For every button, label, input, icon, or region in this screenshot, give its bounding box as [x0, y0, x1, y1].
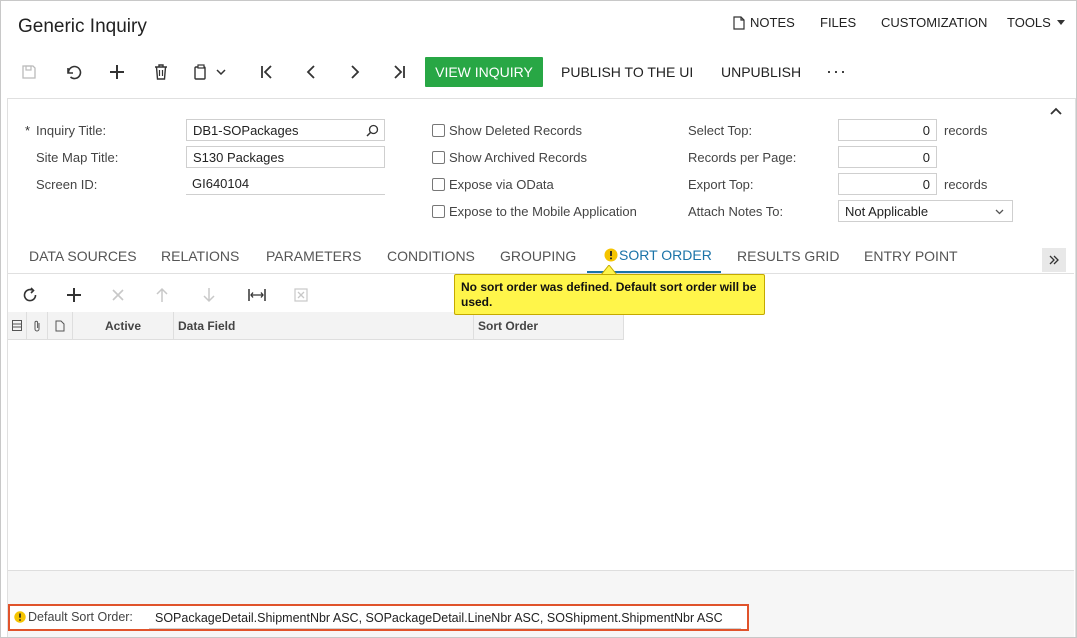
chevron-down-icon [216, 69, 226, 75]
warning-icon [604, 248, 618, 262]
records-per-page-label: Records per Page: [688, 150, 797, 165]
records-per-page-field[interactable]: 0 [838, 146, 937, 168]
generic-inquiry-window: Generic Inquiry NOTES FILES CUSTOMIZATIO… [0, 0, 1077, 638]
tab-entry-point[interactable]: ENTRY POINT [864, 248, 958, 264]
screen-id-value: GI640104 [186, 173, 385, 195]
warning-icon [14, 611, 26, 623]
move-up-icon[interactable] [152, 285, 172, 305]
attachments-header[interactable] [27, 312, 48, 340]
customization-link[interactable]: CUSTOMIZATION [881, 15, 987, 30]
select-top-label: Select Top: [688, 123, 753, 138]
expose-mobile-label: Expose to the Mobile Application [449, 204, 637, 219]
select-top-field[interactable]: 0 [838, 119, 937, 141]
expose-odata-checkbox[interactable]: Expose via OData [432, 177, 554, 192]
checkbox-box [432, 124, 445, 137]
attach-notes-value: Not Applicable [845, 204, 929, 219]
default-sort-order-box: Default Sort Order: SOPackageDetail.Ship… [8, 604, 749, 631]
tools-menu[interactable]: TOOLS [1007, 15, 1065, 30]
inquiry-title-label: Inquiry Title: [36, 123, 107, 138]
show-deleted-label: Show Deleted Records [449, 123, 582, 138]
export-top-label: Export Top: [688, 177, 754, 192]
publish-button[interactable]: PUBLISH TO THE UI [561, 64, 693, 80]
attach-notes-label: Attach Notes To: [688, 204, 784, 219]
caret-down-icon [1056, 20, 1065, 25]
add-icon[interactable] [106, 61, 128, 83]
tab-results-grid[interactable]: RESULTS GRID [737, 248, 839, 264]
undo-icon[interactable] [62, 61, 84, 83]
clipboard-icon [194, 64, 208, 80]
refresh-icon[interactable] [20, 285, 40, 305]
column-header-data-field[interactable]: Data Field [174, 312, 474, 340]
first-record-icon[interactable] [256, 61, 278, 83]
clipboard-menu[interactable] [194, 61, 238, 83]
last-record-icon[interactable] [388, 61, 410, 83]
sort-order-tooltip: No sort order was defined. Default sort … [454, 274, 765, 315]
show-archived-checkbox[interactable]: Show Archived Records [432, 150, 587, 165]
rows-icon [12, 320, 22, 331]
default-sort-order-label: Default Sort Order: [28, 610, 133, 624]
notes-label: NOTES [750, 15, 795, 30]
row-selector-header[interactable] [8, 312, 27, 340]
previous-record-icon[interactable] [300, 61, 322, 83]
tab-relations[interactable]: RELATIONS [161, 248, 239, 264]
unpublish-button[interactable]: UNPUBLISH [721, 64, 801, 80]
add-row-icon[interactable] [64, 285, 84, 305]
next-record-icon[interactable] [344, 61, 366, 83]
expose-mobile-checkbox[interactable]: Expose to the Mobile Application [432, 204, 637, 219]
fit-columns-icon[interactable] [247, 285, 267, 305]
select-top-unit: records [944, 123, 988, 138]
search-icon[interactable] [366, 124, 379, 137]
show-archived-label: Show Archived Records [449, 150, 588, 165]
checkbox-box [432, 178, 445, 191]
delete-icon[interactable] [150, 61, 172, 83]
site-map-title-label: Site Map Title: [36, 150, 119, 165]
collapse-chevron-icon[interactable] [1050, 107, 1062, 115]
paperclip-icon [33, 320, 41, 332]
notes-header[interactable] [48, 312, 73, 340]
export-excel-icon[interactable] [291, 285, 311, 305]
column-header-active[interactable]: Active [73, 312, 174, 340]
tab-parameters[interactable]: PARAMETERS [266, 248, 361, 264]
export-top-field[interactable]: 0 [838, 173, 937, 195]
chevron-down-icon [995, 209, 1004, 215]
inquiry-title-value: DB1-SOPackages [193, 123, 299, 138]
save-icon[interactable] [18, 61, 40, 83]
more-menu-button[interactable]: ··· [826, 61, 847, 82]
move-down-icon[interactable] [199, 285, 219, 305]
checkbox-box [432, 205, 445, 218]
notes-link[interactable]: NOTES [733, 15, 795, 30]
column-header-sort-order[interactable]: Sort Order [474, 312, 624, 340]
expose-odata-label: Expose via OData [449, 177, 554, 192]
inquiry-title-field[interactable]: DB1-SOPackages [186, 119, 385, 141]
view-inquiry-button[interactable]: VIEW INQUIRY [425, 57, 543, 87]
page-title: Generic Inquiry [18, 16, 147, 37]
document-icon [733, 15, 745, 30]
site-map-title-field[interactable]: S130 Packages [186, 146, 385, 168]
tab-data-sources[interactable]: DATA SOURCES [29, 248, 137, 264]
document-icon [55, 320, 65, 332]
tools-label: TOOLS [1007, 15, 1051, 30]
tab-sort-order-label: SORT ORDER [619, 247, 712, 263]
tabs-scroll-right-icon[interactable] [1042, 248, 1066, 272]
default-sort-order-value: SOPackageDetail.ShipmentNbr ASC, SOPacka… [149, 609, 741, 629]
export-top-unit: records [944, 177, 988, 192]
delete-row-icon[interactable] [108, 285, 128, 305]
screen-id-label: Screen ID: [36, 177, 98, 192]
tab-grouping[interactable]: GROUPING [500, 248, 576, 264]
required-mark: * [25, 123, 31, 138]
show-deleted-checkbox[interactable]: Show Deleted Records [432, 123, 582, 138]
files-link[interactable]: FILES [820, 15, 856, 30]
attach-notes-select[interactable]: Not Applicable [838, 200, 1013, 222]
tab-conditions[interactable]: CONDITIONS [387, 248, 475, 264]
checkbox-box [432, 151, 445, 164]
